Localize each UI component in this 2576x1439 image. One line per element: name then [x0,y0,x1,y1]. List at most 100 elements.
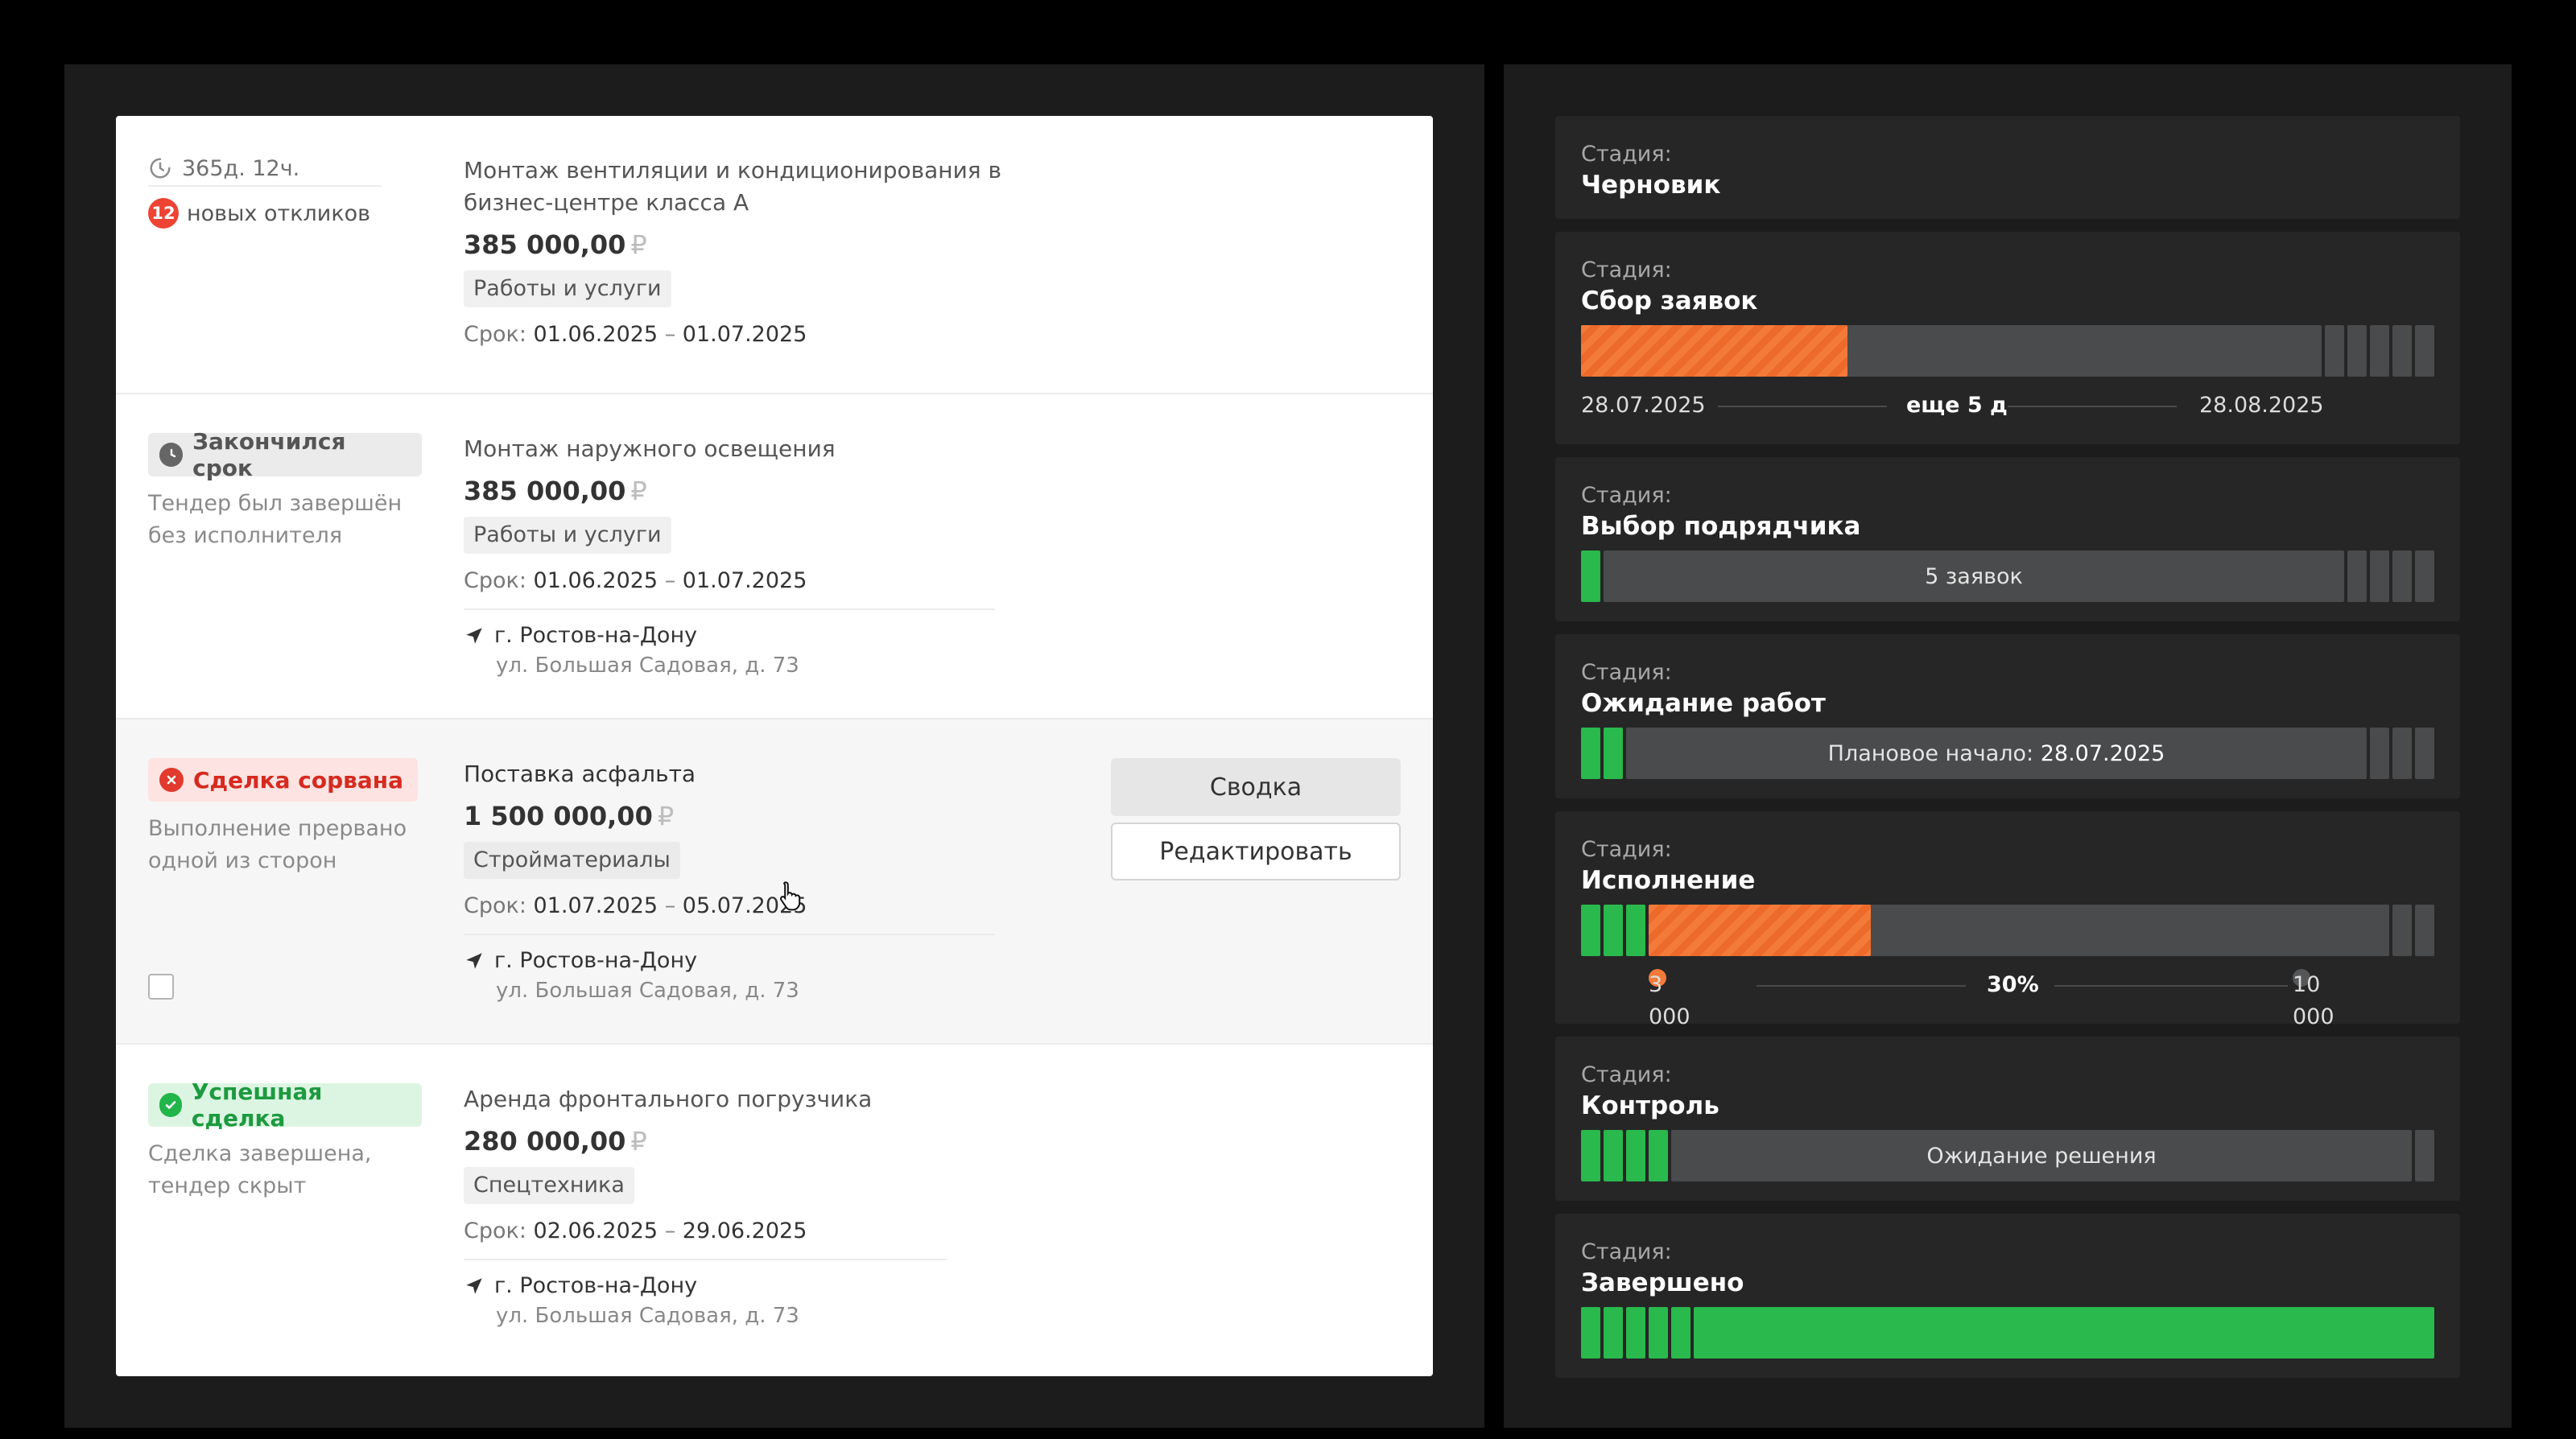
location-city: г. Ростов-на-Дону [464,1272,947,1301]
stage-name: Исполнение [1581,866,1756,895]
final-stage-segment [1694,1307,2434,1359]
tender-location: г. Ростов-на-Дону ул. Большая Садовая, д… [464,1259,947,1331]
clock-icon [159,443,184,467]
done-value: 3 000 [1649,972,1690,1029]
pending-stage-segment [2370,325,2389,377]
stage-label: Стадия: [1581,837,1672,862]
navigation-arrow-icon [466,953,482,969]
completed-stage-segment [1604,1307,1623,1359]
tender-list: 365д. 12ч. 12 новых откликов Монтаж вент… [116,116,1433,1376]
tender-content: Аренда фронтального погрузчика 280 000,0… [464,1083,1100,1331]
pending-stage-segment [2392,550,2412,602]
tender-title[interactable]: Поставка асфальта [464,758,1084,790]
pending-stage-segment [2347,325,2367,377]
end-date: 28.08.2025 [2199,393,2324,418]
tender-price: 385 000,00 ₽ [464,473,1100,509]
category-tag: Спецтехника [464,1167,634,1204]
term-separator: – [664,568,676,593]
total-value: 10 000 [2293,972,2334,1029]
tender-status: 365д. 12ч. 12 новых откликов [148,155,422,229]
stage-progress-bar: Плановое начало: 28.07.2025 [1581,728,2434,779]
tender-row[interactable]: Успешная сделка Сделка завершена, тендер… [116,1045,1433,1376]
stage-card-execution: Стадия: Исполнение 3 000 30% 10 000 [1555,811,2460,1029]
completed-stage-segment [1581,728,1600,779]
city-name: г. Ростов-на-Дону [494,623,698,648]
stage-card-awaiting-works: Стадия: Ожидание работ Плановое начало: … [1555,634,2460,798]
stage-progress-bar: 5 заявок [1581,550,2434,602]
timer-value: 365д. 12ч. [182,155,300,181]
pending-stage-segment [2415,325,2434,377]
progress-fill [1581,325,1847,377]
planned-start-label: Плановое начало: [1827,740,2034,766]
term-end: 01.07.2025 [682,568,807,593]
stage-label: Стадия: [1581,1239,1672,1264]
term-start: 02.06.2025 [533,1218,658,1243]
row-actions: Сводка Редактировать [1111,758,1401,880]
pending-stage-segment [2392,905,2412,956]
completed-stage-segment [1581,550,1600,602]
location-city: г. Ростов-на-Дону [464,946,995,975]
summary-button[interactable]: Сводка [1111,758,1401,816]
hand-cursor-icon [779,881,801,911]
tender-title[interactable]: Аренда фронтального погрузчика [464,1083,1084,1115]
stage-card-control: Стадия: Контроль Ожидание решения [1555,1037,2460,1201]
tender-status: Сделка сорвана Выполнение прервано одной… [148,758,422,877]
responses-label: новых откликов [187,200,371,226]
stage-progress-bar [1581,905,2434,956]
status-note: Тендер был завершён без исполнителя [148,491,402,548]
stage-label: Стадия: [1581,142,1672,167]
status-badge-label: Сделка сорвана [193,766,404,794]
progress-line [2054,985,2288,987]
tender-price: 385 000,00 ₽ [464,227,1100,262]
tender-row[interactable]: Сделка сорвана Выполнение прервано одной… [116,720,1433,1045]
currency-symbol: ₽ [630,1126,647,1157]
city-name: г. Ростов-на-Дону [494,1273,698,1298]
category-tag: Работы и услуги [464,270,671,307]
progress-fill [1649,905,1871,956]
edit-button[interactable]: Редактировать [1111,823,1401,880]
tender-row[interactable]: Закончился срок Тендер был завершён без … [116,394,1433,720]
check-icon [159,1093,182,1117]
term-label: Срок: [464,568,526,593]
navigation-arrow-icon [466,628,482,644]
completed-stage-segment [1671,1307,1690,1359]
tender-location: г. Ростов-на-Дону ул. Большая Садовая, д… [464,934,995,1006]
tender-term: Срок: 02.06.2025 – 29.06.2025 [464,1215,1100,1247]
pending-stage-segment [2325,325,2344,377]
tender-title[interactable]: Монтаж наружного освещения [464,433,1084,465]
term-end: 01.07.2025 [682,322,807,347]
stage-name: Выбор подрядчика [1581,512,1861,541]
stage-progress-bar: Ожидание решения [1581,1130,2434,1181]
pending-stage-segment [2392,728,2412,779]
location-city: г. Ростов-на-Дону [464,621,995,650]
price-value: 280 000,00 [464,1126,626,1157]
row-select-checkbox[interactable] [148,974,174,1000]
stage-label: Стадия: [1581,1062,1672,1087]
tender-row[interactable]: 365д. 12ч. 12 новых откликов Монтаж вент… [116,116,1433,394]
price-value: 385 000,00 [464,476,626,506]
currency-symbol: ₽ [657,801,675,831]
currency-symbol: ₽ [630,476,647,506]
price-value: 1 500 000,00 [464,801,653,831]
tender-location: г. Ростов-на-Дону ул. Большая Садовая, д… [464,608,995,681]
completed-stage-segment [1626,1307,1645,1359]
pending-stage-segment [2415,550,2434,602]
start-date: 28.07.2025 [1581,393,1706,418]
status-badge-label: Закончился срок [192,428,346,481]
pending-stage-segment [2415,1130,2434,1181]
tender-title[interactable]: Монтаж вентиляции и кондиционирования в … [464,155,1084,219]
stage-card-contractor-selection: Стадия: Выбор подрядчика 5 заявок [1555,457,2460,621]
stage-name: Завершено [1581,1268,1744,1297]
location-street: ул. Большая Садовая, д. 73 [496,1304,799,1328]
tender-status: Закончился срок Тендер был завершён без … [148,428,422,552]
category-tag: Стройматериалы [464,842,680,879]
new-responses[interactable]: 12 новых откликов [148,198,422,229]
pending-stage-segment [2392,325,2412,377]
stage-name: Сбор заявок [1581,287,1758,315]
term-label: Срок: [464,893,526,918]
tender-status: Успешная сделка Сделка завершена, тендер… [148,1078,422,1202]
completed-stage-segment [1649,1307,1668,1359]
completed-stage-segment [1604,905,1623,956]
status-badge-expired: Закончился срок [148,428,422,481]
stage-card-completed: Стадия: Завершено [1555,1214,2460,1378]
